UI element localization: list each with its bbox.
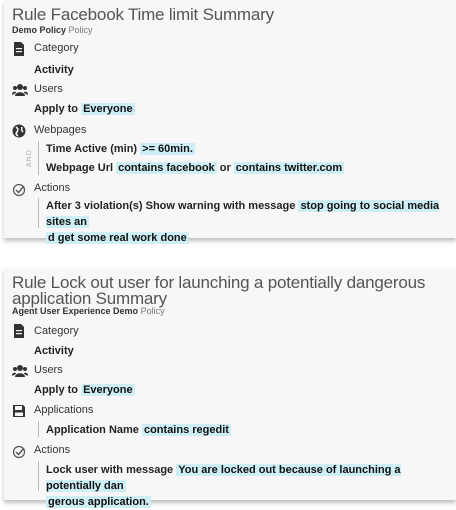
webpages-label: Webpages [34, 124, 87, 136]
condition-field: Time Active (min) [46, 143, 138, 155]
condition-value-facebook: contains facebook [116, 162, 217, 174]
action-message-line2: d get some real work done [46, 232, 189, 244]
action-group-bar [38, 198, 39, 228]
users-target: Everyone [81, 384, 135, 396]
category-label: Category [34, 325, 79, 337]
users-label: Users [34, 83, 63, 95]
floppy-icon [13, 405, 25, 417]
policy-name: Demo Policy [12, 25, 67, 35]
users-icon [12, 84, 28, 96]
category-value: Activity [34, 345, 74, 357]
condition-application-name: Application Name contains regedit [46, 424, 231, 436]
action-message-line2: gerous application. [46, 496, 151, 508]
action-description: Lock user with message You are locked ou… [46, 462, 452, 510]
action-prefix: Lock user with message [46, 464, 174, 476]
policy-subtitle: Agent User Experience Demo Policy [12, 306, 165, 316]
check-circle-icon [12, 445, 26, 459]
applications-label: Applications [34, 404, 94, 416]
rule-summary-card-facebook: Rule Facebook Time limit Summary Demo Po… [4, 0, 456, 244]
users-value-row: Apply to Everyone [34, 103, 135, 115]
policy-subtitle: Demo Policy Policy [12, 25, 93, 35]
check-circle-icon [12, 183, 26, 197]
policy-suffix: Policy [68, 25, 93, 35]
or-label: or [219, 162, 231, 174]
rule-title: Rule Facebook Time limit Summary [12, 5, 274, 24]
condition-bar [38, 421, 39, 437]
rule-summary-card-lockout: Rule Lock out user for launching a poten… [4, 268, 456, 508]
and-label: AND [26, 149, 33, 167]
condition-value-twitter: contains twitter.com [233, 162, 345, 174]
actions-label: Actions [34, 444, 71, 456]
condition-webpage-url: Webpage Url contains facebook or contain… [46, 162, 345, 174]
users-icon [12, 365, 28, 377]
condition-value: contains regedit [141, 424, 231, 436]
category-label: Category [34, 42, 79, 54]
users-target: Everyone [81, 103, 135, 115]
users-prefix: Apply to [34, 384, 78, 396]
users-prefix: Apply to [34, 103, 78, 115]
condition-time-active: Time Active (min) >= 60min. [46, 143, 195, 155]
condition-value: >= 60min. [140, 143, 195, 155]
action-group-bar [38, 461, 39, 491]
action-prefix: After 3 violation(s) Show warning with m… [46, 200, 296, 212]
condition-field: Application Name [46, 424, 139, 436]
document-icon [14, 324, 24, 338]
globe-icon [12, 124, 26, 138]
category-value: Activity [34, 64, 74, 76]
users-value-row: Apply to Everyone [34, 384, 135, 396]
users-label: Users [34, 364, 63, 376]
actions-label: Actions [34, 182, 71, 194]
and-group-bar [38, 141, 39, 175]
policy-suffix: Policy [140, 306, 165, 316]
policy-name: Agent User Experience Demo [12, 306, 139, 316]
condition-field: Webpage Url [46, 162, 114, 174]
action-description: After 3 violation(s) Show warning with m… [46, 198, 452, 246]
document-icon [14, 42, 24, 56]
